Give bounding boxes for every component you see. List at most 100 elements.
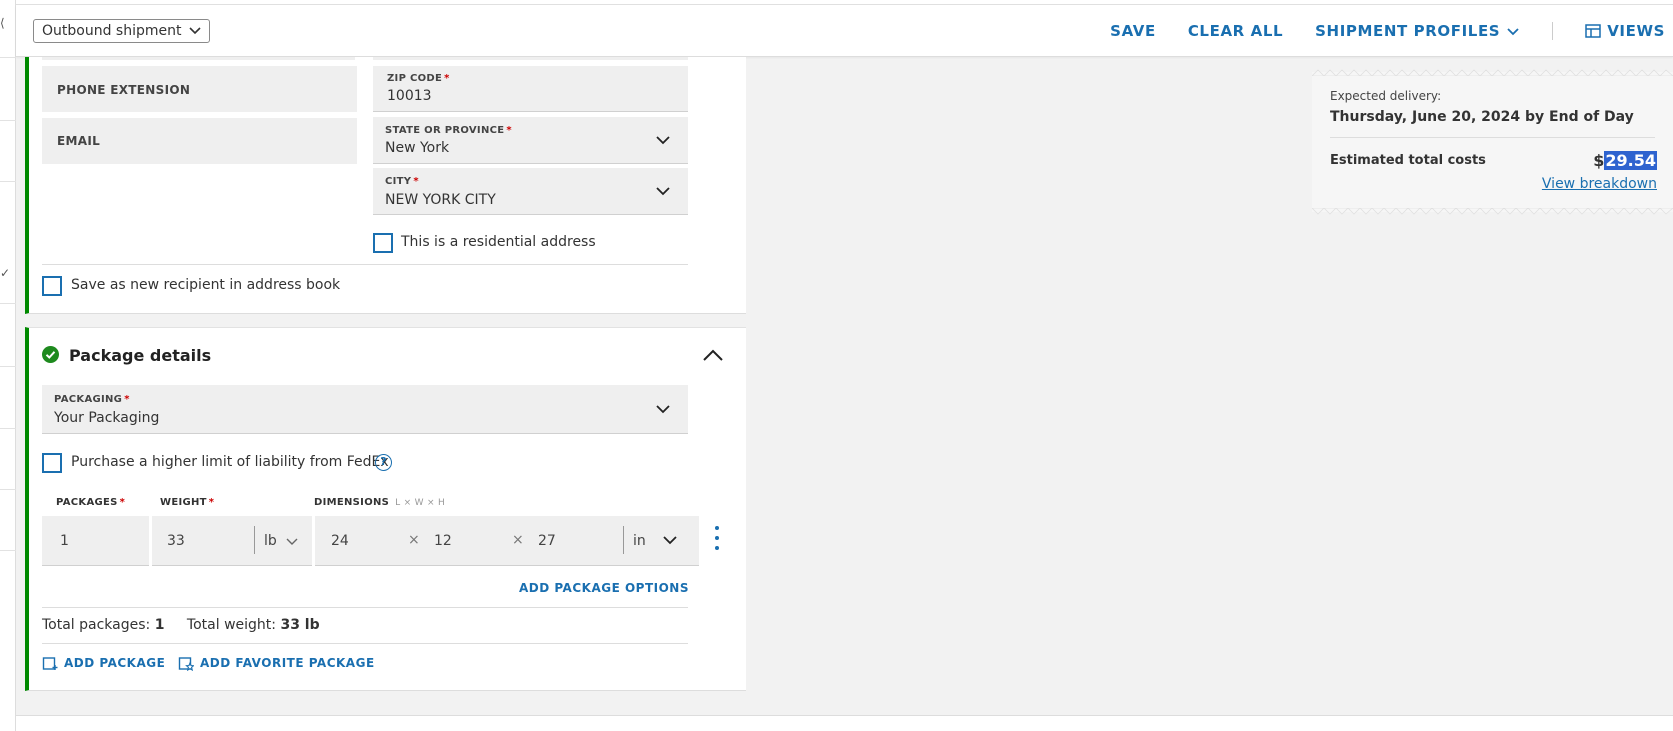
length-value: 24 [331, 533, 349, 549]
toolbar-separator [1552, 22, 1554, 40]
chevron-down-icon [1507, 28, 1519, 36]
shipment-type-select[interactable]: Outbound shipment [33, 19, 211, 43]
help-icon[interactable]: ? [375, 454, 392, 471]
add-package-options-button[interactable]: ADD PACKAGE OPTIONS [519, 581, 689, 595]
check-circle-icon [42, 346, 59, 363]
add-package-button[interactable]: ADD PACKAGE [42, 655, 165, 671]
toolbar-actions: SAVE CLEAR ALL SHIPMENT PROFILES VIEWS [1110, 22, 1673, 40]
cost-summary: Expected delivery: Thursday, June 20, 20… [1312, 69, 1673, 215]
dimension-unit-value[interactable]: in [633, 533, 646, 549]
divider [42, 264, 688, 265]
dimensions-input[interactable]: 24 × 12 × 27 in [315, 516, 699, 566]
total-packages-value: 1 [154, 617, 165, 633]
estimated-cost-label: Estimated total costs [1330, 153, 1486, 168]
chevron-down-icon [663, 536, 677, 545]
add-package-icon [42, 657, 58, 670]
email-field[interactable]: EMAIL [42, 118, 357, 164]
divider [42, 607, 688, 608]
zip-code-label: ZIP CODE * [387, 73, 450, 84]
width-value: 12 [434, 533, 452, 549]
previous-field-edge [42, 57, 355, 60]
packages-value: 1 [60, 533, 69, 549]
previous-field-edge [373, 57, 688, 60]
liability-checkbox[interactable] [42, 453, 62, 473]
rail-check-icon: ✓ [0, 266, 11, 280]
add-favorite-package-button[interactable]: ADD FAVORITE PACKAGE [178, 655, 375, 671]
state-value: New York [385, 140, 450, 156]
rail-divider [0, 428, 16, 429]
top-toolbar: Outbound shipment SAVE CLEAR ALL SHIPMEN… [16, 5, 1673, 57]
receipt-edge [1312, 208, 1673, 215]
weight-unit-value[interactable]: lb [264, 533, 277, 549]
residential-checkbox[interactable] [373, 233, 393, 253]
phone-extension-field[interactable]: PHONE EXTENSION [42, 66, 357, 112]
view-breakdown-link[interactable]: View breakdown [1542, 176, 1657, 192]
height-value: 27 [538, 533, 556, 549]
rail-divider [0, 550, 16, 551]
estimated-cost-value: $29.54 [1593, 151, 1657, 170]
shipment-profiles-label: SHIPMENT PROFILES [1315, 22, 1501, 40]
packaging-select[interactable]: PACKAGING * Your Packaging [42, 385, 688, 434]
save-recipient-checkbox[interactable] [42, 276, 62, 296]
rail-divider [0, 120, 16, 121]
rail-divider [0, 489, 16, 490]
weight-value: 33 [167, 533, 185, 549]
state-select[interactable]: STATE OR PROVINCE * New York [373, 117, 688, 164]
packages-column-header: PACKAGES * [56, 497, 126, 508]
add-package-label: ADD PACKAGE [64, 656, 166, 670]
city-value: NEW YORK CITY [385, 192, 496, 208]
add-favorite-package-label: ADD FAVORITE PACKAGE [200, 656, 375, 670]
left-rail: ⟨ ✓ [0, 0, 16, 731]
state-label: STATE OR PROVINCE * [385, 125, 512, 136]
package-totals: Total packages: 1 Total weight: 33 lb [42, 617, 338, 633]
rail-edge-icon: ⟨ [0, 16, 5, 30]
receipt-edge [1312, 69, 1673, 76]
email-label: EMAIL [57, 134, 101, 148]
liability-label: Purchase a higher limit of liability fro… [71, 454, 389, 470]
zip-code-field[interactable]: ZIP CODE * 10013 [373, 66, 688, 112]
chevron-down-icon [656, 136, 670, 145]
chevron-down-icon [656, 405, 670, 414]
views-grid-icon [1585, 24, 1601, 38]
save-button[interactable]: SAVE [1110, 22, 1156, 40]
divider [1330, 137, 1655, 138]
chevron-down-icon [656, 187, 670, 196]
favorite-package-icon [178, 657, 194, 671]
clear-all-button[interactable]: CLEAR ALL [1188, 22, 1283, 40]
rail-divider [0, 366, 16, 367]
recipient-card: PHONE EXTENSION EMAIL ZIP CODE * 10013 ST… [25, 57, 746, 314]
rail-divider [0, 181, 16, 182]
city-select[interactable]: CITY * NEW YORK CITY [373, 168, 688, 215]
section-title: Package details [69, 346, 212, 365]
packaging-value: Your Packaging [54, 410, 160, 426]
views-label: VIEWS [1607, 22, 1665, 40]
more-options-icon[interactable] [714, 526, 720, 550]
chevron-down-icon [286, 538, 298, 545]
expected-delivery-date: Thursday, June 20, 2024 by End of Day [1330, 109, 1634, 125]
zip-code-value: 10013 [387, 88, 432, 104]
times-icon: × [408, 532, 420, 548]
field-separator [623, 526, 624, 554]
times-icon: × [512, 532, 524, 548]
shipment-type-value: Outbound shipment [42, 23, 182, 39]
total-packages-label: Total packages: [42, 617, 151, 633]
rail-divider [0, 57, 16, 58]
weight-input[interactable]: 33 lb [152, 516, 312, 566]
bottom-panel-edge [16, 715, 1673, 731]
expected-delivery-label: Expected delivery: [1330, 89, 1442, 103]
package-details-card: Package details PACKAGING * Your Packagin… [25, 327, 746, 691]
dimensions-column-header: DIMENSIONS L × W × H [314, 497, 446, 508]
total-weight-value: 33 lb [280, 617, 320, 633]
shipment-profiles-menu[interactable]: SHIPMENT PROFILES [1315, 22, 1520, 40]
field-separator [254, 526, 255, 554]
divider [42, 643, 688, 644]
packaging-label: PACKAGING * [54, 394, 130, 405]
rail-divider [0, 303, 16, 304]
packages-input[interactable]: 1 [42, 516, 149, 566]
views-button[interactable]: VIEWS [1585, 22, 1665, 40]
city-label: CITY * [385, 176, 419, 187]
phone-extension-label: PHONE EXTENSION [57, 83, 191, 97]
weight-column-header: WEIGHT * [160, 497, 215, 508]
chevron-up-icon[interactable] [702, 346, 724, 364]
total-weight-label: Total weight: [186, 617, 276, 633]
